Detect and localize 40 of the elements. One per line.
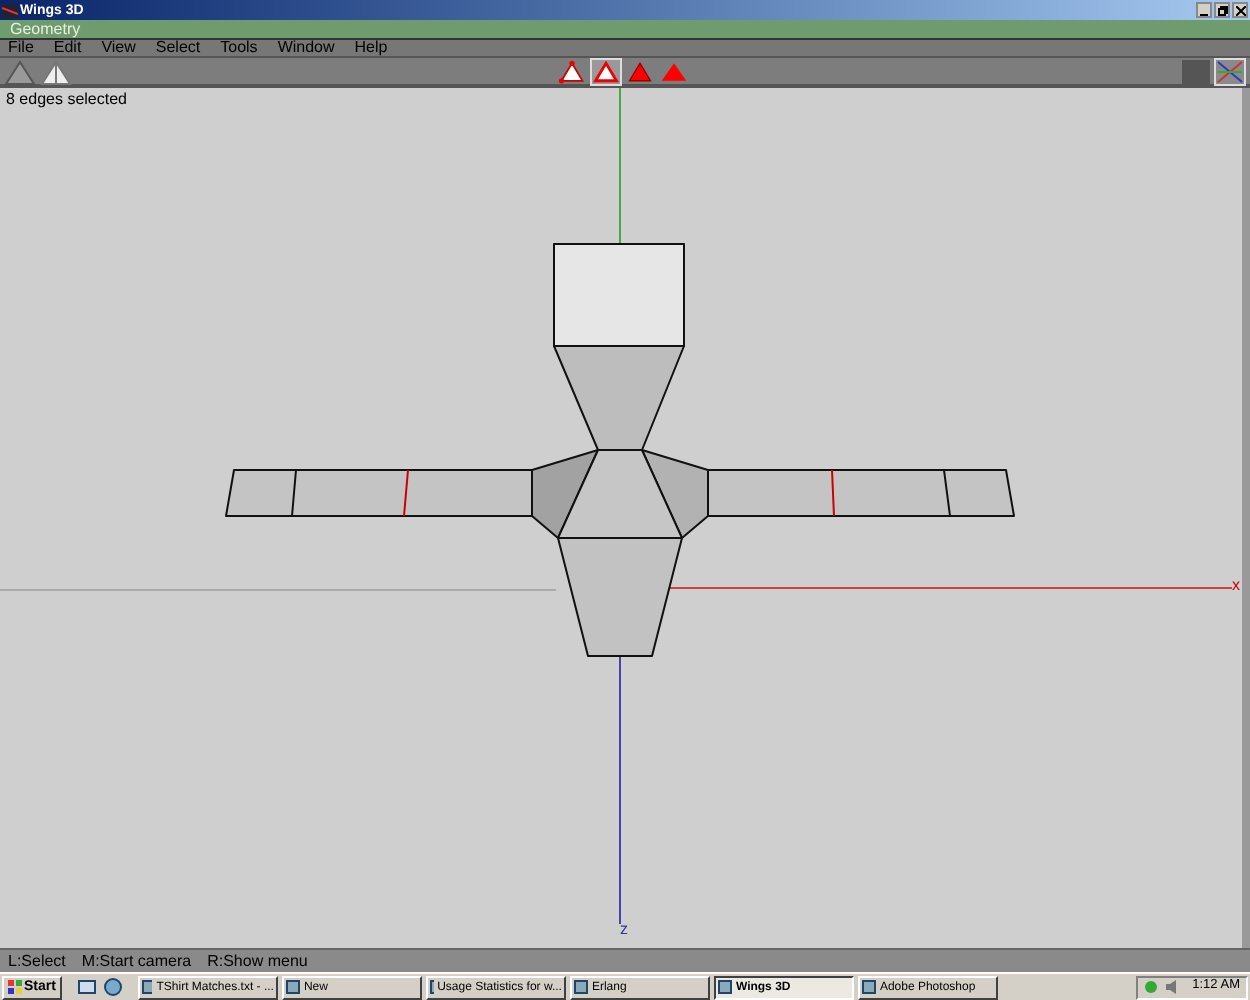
window-icon <box>717 980 732 994</box>
window-icon <box>285 980 300 994</box>
app-icon <box>2 3 18 17</box>
vertex-mode-icon <box>558 55 586 87</box>
selection-info: 8 edges selected <box>6 92 127 108</box>
browser-icon[interactable] <box>103 978 122 996</box>
restore-icon <box>1217 5 1227 15</box>
close-button[interactable] <box>1232 2 1248 18</box>
flat-shading-icon[interactable] <box>40 57 72 85</box>
desktop-icon[interactable] <box>77 978 96 996</box>
select-mode-button[interactable] <box>590 57 622 85</box>
speaker-icon <box>1164 980 1179 994</box>
restore-button[interactable] <box>1214 2 1230 18</box>
view-button[interactable] <box>1214 57 1246 85</box>
menu-item[interactable]: Edit <box>53 40 82 56</box>
menu-item[interactable]: Select <box>155 40 201 56</box>
axes-icon <box>1216 59 1244 83</box>
network-icon <box>1144 980 1159 994</box>
menu-item[interactable]: View <box>101 40 136 56</box>
window-icon <box>141 980 153 994</box>
menu-item[interactable]: Help <box>354 40 388 56</box>
close-icon <box>1235 5 1245 15</box>
menu-item[interactable]: File <box>8 40 34 56</box>
minimize-icon <box>1200 12 1208 16</box>
mouse-hint: L:Select <box>8 953 66 969</box>
axis-label: x <box>1232 578 1240 594</box>
menu-item[interactable]: Tools <box>220 40 258 56</box>
select-mode-button[interactable] <box>556 57 588 85</box>
mouse-hint: M:Start camera <box>81 953 192 969</box>
edge-mode-icon <box>592 55 620 87</box>
windows-logo-icon <box>8 980 22 994</box>
window-icon <box>861 980 876 994</box>
viewport[interactable]: 8 edges selected x z <box>0 88 1250 948</box>
window-icon <box>573 980 588 994</box>
panel-title: Geometry <box>10 21 81 37</box>
mouse-hint: R:Show menu <box>207 953 308 969</box>
minimize-button[interactable] <box>1196 2 1212 18</box>
axis-label: z <box>620 922 628 938</box>
window-icon <box>429 980 434 994</box>
menu-item[interactable]: Window <box>277 40 335 56</box>
